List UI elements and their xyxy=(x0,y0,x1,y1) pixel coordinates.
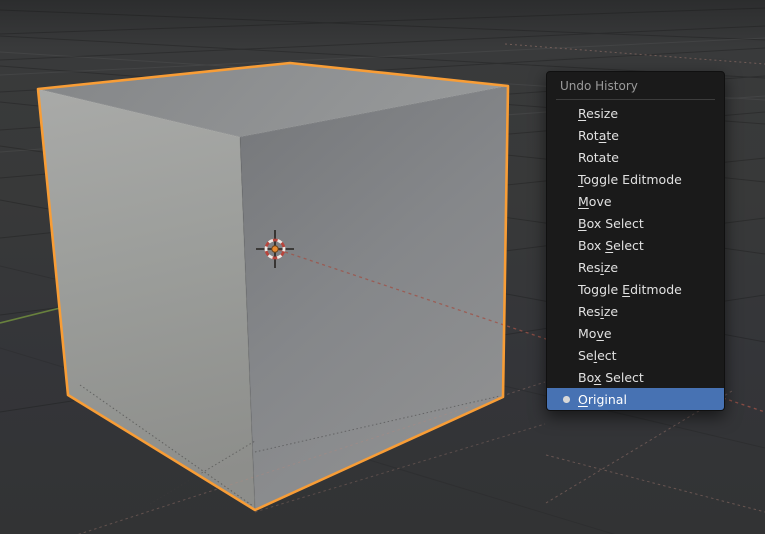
menu-item-label: Resize xyxy=(578,303,619,319)
menu-separator xyxy=(556,99,715,100)
radio-dot-empty xyxy=(560,283,573,296)
undo-history-title: Undo History xyxy=(560,79,638,93)
radio-dot-empty xyxy=(560,195,573,208)
menu-item-original-13[interactable]: Original xyxy=(547,388,724,410)
cube-left-face[interactable] xyxy=(38,89,255,510)
object-origin-dot xyxy=(271,245,279,253)
menu-item-toggle-editmode-8[interactable]: Toggle Editmode xyxy=(547,278,724,300)
menu-item-rotate-2[interactable]: Rotate xyxy=(547,146,724,168)
menu-item-box-select-5[interactable]: Box Select xyxy=(547,212,724,234)
menu-item-move-4[interactable]: Move xyxy=(547,190,724,212)
menu-item-label: Select xyxy=(578,347,617,363)
cube-object[interactable] xyxy=(37,63,509,511)
menu-item-label: Toggle Editmode xyxy=(578,171,682,187)
menu-item-box-select-12[interactable]: Box Select xyxy=(547,366,724,388)
menu-item-rotate-1[interactable]: Rotate xyxy=(547,124,724,146)
radio-dot-empty xyxy=(560,151,573,164)
menu-item-toggle-editmode-3[interactable]: Toggle Editmode xyxy=(547,168,724,190)
undo-history-items: Resize Rotate Rotate Toggle Editmode Move Box… xyxy=(547,102,724,410)
blender-viewport[interactable]: Undo History Resize Rotate Rotate Toggle Ed… xyxy=(0,0,765,534)
menu-item-label: Resize xyxy=(578,105,619,121)
menu-item-label: Box Select xyxy=(578,215,644,231)
radio-dot-empty xyxy=(560,107,573,120)
menu-item-label: Rotate xyxy=(578,127,619,143)
menu-item-resize-9[interactable]: Resize xyxy=(547,300,724,322)
radio-dot-empty xyxy=(560,217,573,230)
radio-dot-empty xyxy=(560,327,573,340)
radio-dot-icon xyxy=(560,393,573,406)
radio-dot-empty xyxy=(560,129,573,142)
menu-item-label: Resize xyxy=(578,259,619,275)
menu-item-select-11[interactable]: Select xyxy=(547,344,724,366)
menu-item-move-10[interactable]: Move xyxy=(547,322,724,344)
radio-dot-empty xyxy=(560,261,573,274)
radio-dot-empty xyxy=(560,173,573,186)
cube-right-face[interactable] xyxy=(240,86,508,510)
menu-item-label: Box Select xyxy=(578,237,644,253)
radio-dot-empty xyxy=(560,305,573,318)
menu-item-label: Move xyxy=(578,325,612,341)
menu-item-label: Box Select xyxy=(578,369,644,385)
menu-item-box-select-6[interactable]: Box Select xyxy=(547,234,724,256)
menu-item-label: Original xyxy=(578,391,627,407)
menu-item-label: Move xyxy=(578,193,612,209)
radio-dot-empty xyxy=(560,239,573,252)
radio-dot-empty xyxy=(560,349,573,362)
menu-item-resize-7[interactable]: Resize xyxy=(547,256,724,278)
menu-item-resize-0[interactable]: Resize xyxy=(547,102,724,124)
undo-history-menu: Undo History Resize Rotate Rotate Toggle Ed… xyxy=(546,71,725,411)
menu-item-label: Rotate xyxy=(578,149,619,165)
menu-item-label: Toggle Editmode xyxy=(578,281,682,297)
radio-dot-empty xyxy=(560,371,573,384)
